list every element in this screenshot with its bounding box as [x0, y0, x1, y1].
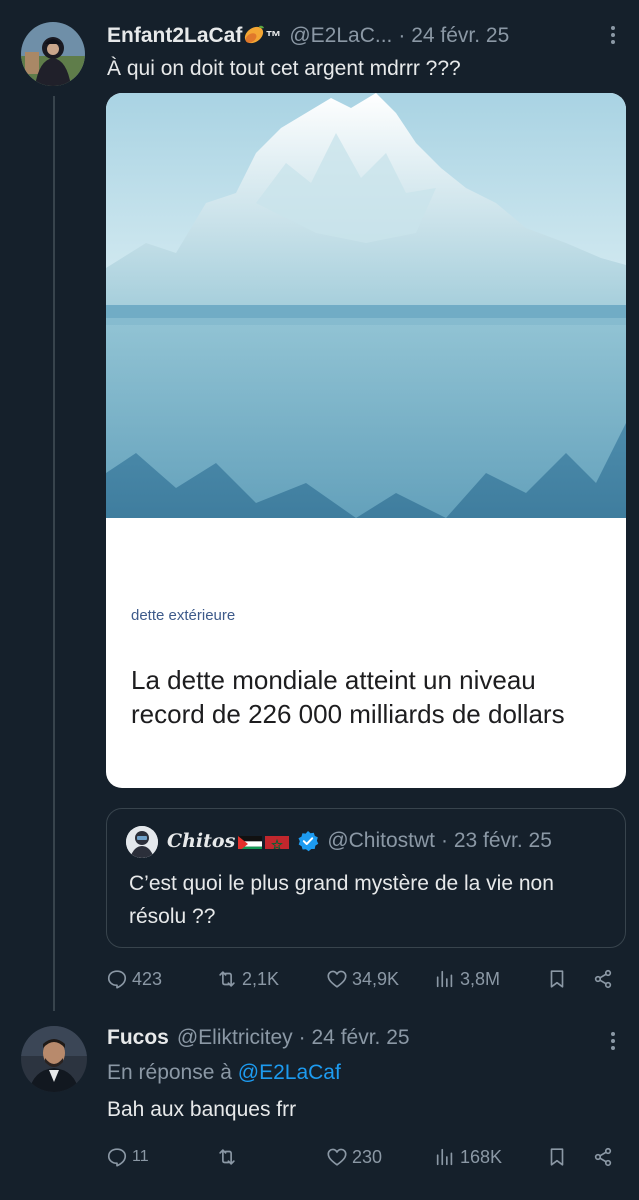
bookmark-icon — [550, 1148, 564, 1166]
retweet-icon — [219, 1149, 235, 1165]
reply-like-count: 230 — [352, 1146, 383, 1167]
quoted-avatar — [126, 826, 158, 858]
reply-icon — [107, 970, 127, 989]
reply-tweet-text: Bah aux banques frr — [107, 1098, 297, 1121]
author-suffix: ™ — [265, 29, 282, 46]
reply-views-count: 168K — [460, 1146, 503, 1167]
quoted-tweet-text: C’est quoi le plus grand mystère de la v… — [129, 872, 554, 928]
heart-icon — [327, 970, 347, 988]
reply-like-button[interactable]: 230 — [326, 1142, 382, 1172]
mango-emoji-icon — [243, 23, 265, 45]
reply-count: 423 — [132, 968, 163, 989]
reply-share-button[interactable] — [592, 1142, 614, 1172]
reply-to-handle[interactable]: @E2LaCaf — [238, 1061, 341, 1084]
reply-more-options-icon[interactable] — [601, 1028, 625, 1054]
reply-button[interactable]: 423 — [106, 964, 162, 994]
reply-reply-button[interactable]: 11 — [106, 1142, 149, 1172]
views-chart-icon — [436, 970, 453, 988]
views-button[interactable]: 3,8M — [434, 964, 500, 994]
bookmark-icon — [550, 970, 564, 988]
tweet-date[interactable]: · 24 févr. 25 — [398, 23, 509, 49]
retweet-count: 2,1K — [242, 968, 280, 989]
reply-icon — [107, 1148, 127, 1167]
reply-to-label: En réponse à — [107, 1061, 232, 1084]
reply-avatar[interactable] — [21, 1026, 87, 1092]
thread-line — [53, 96, 55, 1011]
share-icon — [594, 1147, 612, 1167]
retweet-button[interactable]: 2,1K — [216, 964, 279, 994]
article-category: dette extérieure — [131, 607, 236, 624]
tweet-media-image[interactable]: dette extérieure La dette mondiale attei… — [106, 93, 626, 788]
retweet-icon — [219, 971, 235, 987]
share-button[interactable] — [592, 964, 614, 994]
quoted-author-name[interactable]: Chitos — [167, 828, 235, 854]
reply-reply-count: 11 — [132, 1148, 149, 1165]
reply-author-handle[interactable]: @Eliktricitey — [177, 1025, 293, 1051]
tweet-action-bar: 423 2,1K 34,9K 3,8M — [0, 964, 639, 994]
palestine-flag-icon — [238, 833, 263, 849]
reply-author-name[interactable]: Fucos — [107, 1025, 169, 1051]
more-options-icon[interactable] — [601, 22, 625, 48]
quoted-tweet-date[interactable]: · 23 févr. 25 — [441, 828, 552, 854]
iceberg-image — [106, 93, 626, 518]
article-headline: La dette mondiale atteint un niveau reco… — [131, 665, 565, 729]
bookmark-button[interactable] — [546, 964, 568, 994]
views-chart-icon — [436, 1148, 453, 1166]
reply-views-button[interactable]: 168K — [434, 1142, 502, 1172]
quoted-tweet[interactable]: Chitos @Chitostwt · 23 févr. 25 C’est qu… — [106, 808, 626, 948]
views-count: 3,8M — [460, 968, 501, 989]
avatar[interactable] — [21, 22, 85, 86]
reply-bookmark-button[interactable] — [546, 1142, 568, 1172]
author-handle[interactable]: @E2LaC... — [289, 23, 392, 49]
reply-action-bar: 11 230 168K — [0, 1142, 639, 1172]
verified-badge-icon — [298, 831, 319, 852]
share-icon — [594, 969, 612, 989]
like-count: 34,9K — [352, 968, 400, 989]
heart-icon — [327, 1148, 347, 1166]
author-name[interactable]: Enfant2LaCaf — [107, 23, 242, 49]
reply-retweet-button[interactable] — [216, 1142, 242, 1172]
like-button[interactable]: 34,9K — [326, 964, 399, 994]
morocco-flag-icon — [265, 833, 290, 849]
tweet-text: À qui on doit tout cet argent mdrrr ??? — [107, 57, 461, 80]
reply-tweet-date[interactable]: · 24 févr. 25 — [299, 1025, 410, 1051]
quoted-author-handle[interactable]: @Chitostwt — [327, 828, 435, 854]
